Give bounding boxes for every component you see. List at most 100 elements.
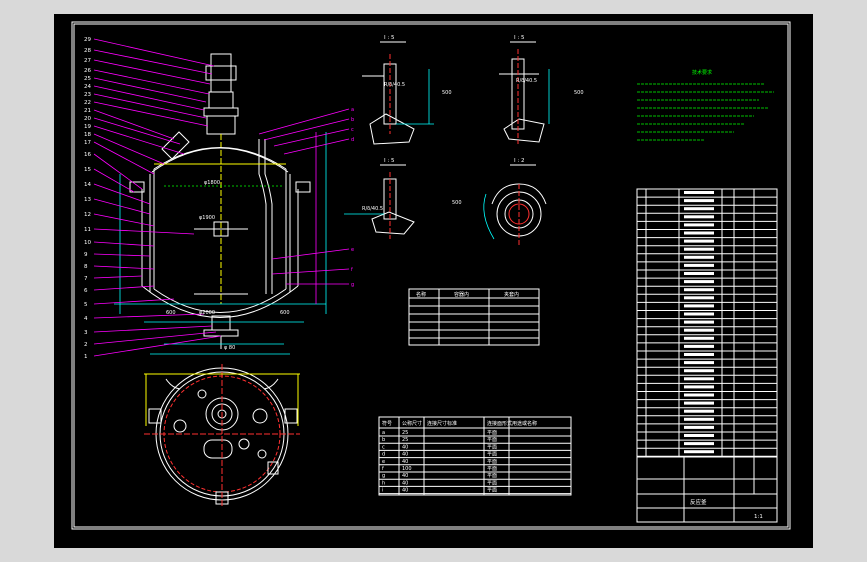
nozzle-leader-letter: g bbox=[351, 282, 354, 288]
drawing-sheet: 29 28 27 26 25 24 23 22 21 20 19 18 17 16 15 14 13 12 11 10… bbox=[54, 14, 813, 548]
nozzle-table-cell: 40 bbox=[402, 459, 408, 465]
drawing-frame bbox=[71, 21, 791, 530]
parts-list-entry bbox=[684, 425, 714, 429]
parts-list-entry bbox=[684, 442, 714, 446]
dimension-label: 500 bbox=[574, 90, 584, 96]
nozzle-table-cell: 平面 bbox=[487, 466, 497, 472]
parts-list-entry bbox=[684, 239, 714, 243]
parts-list-entry bbox=[684, 409, 714, 413]
title-block: 反应釜 1:1 bbox=[636, 456, 778, 523]
parts-list-entry bbox=[684, 361, 714, 365]
parts-list-entry bbox=[684, 377, 714, 381]
nozzle-table-cell: 平面 bbox=[487, 459, 497, 465]
nozzle-table-cell: h bbox=[382, 480, 385, 486]
leader-number: 18 bbox=[84, 132, 91, 138]
drawing-scale: 1:1 bbox=[754, 514, 763, 520]
parts-list-entry bbox=[684, 336, 714, 340]
nozzle-table-cell: 40 bbox=[402, 480, 408, 486]
dimension-label: R/δ/40.5 bbox=[362, 206, 383, 212]
leader-number: 9 bbox=[84, 252, 88, 258]
nozzle-table-cell: 平面 bbox=[487, 444, 497, 450]
nozzle-table-cell: b bbox=[382, 437, 385, 443]
nozzle-table-cell: i bbox=[382, 488, 383, 494]
leader-number: 29 bbox=[84, 37, 91, 43]
design-data-table: 名称 容器内 夹套内 bbox=[408, 288, 540, 346]
nozzle-leader-letter: e bbox=[351, 247, 354, 253]
nozzle-leader-letter: f bbox=[351, 267, 353, 273]
nozzle-table-cell: 平面 bbox=[487, 473, 497, 479]
parts-list bbox=[636, 188, 778, 458]
leader-number: 24 bbox=[84, 84, 91, 90]
leader-number: 26 bbox=[84, 68, 91, 74]
nozzle-table-cell: g bbox=[382, 473, 385, 479]
parts-list-entry bbox=[684, 434, 714, 437]
parts-list-entry bbox=[684, 231, 714, 235]
leader-number: 3 bbox=[84, 330, 88, 336]
parts-list-entry bbox=[684, 272, 714, 275]
nozzle-table-cell: 平面 bbox=[487, 452, 497, 458]
parts-list-entry bbox=[684, 393, 714, 397]
dimension-label: φ2000 bbox=[199, 310, 215, 316]
nozzle-table-cell: 平面 bbox=[487, 437, 497, 443]
parts-list-entry bbox=[684, 263, 714, 267]
parts-list-entry bbox=[684, 296, 714, 300]
leader-number: 11 bbox=[84, 227, 91, 233]
parts-list-entry bbox=[684, 417, 714, 421]
parts-list-entry bbox=[684, 199, 714, 203]
nozzle-leader-letter: c bbox=[351, 127, 354, 133]
leader-number: 12 bbox=[84, 212, 91, 218]
leader-number: 4 bbox=[84, 316, 88, 322]
svg-text:名称: 名称 bbox=[416, 291, 426, 298]
nozzle-table-cell: e bbox=[382, 459, 385, 465]
parts-list-entry bbox=[684, 191, 714, 194]
nozzle-table-header: 连接尺寸标准 bbox=[427, 420, 457, 427]
leader-number: 7 bbox=[84, 276, 88, 282]
section-scale-label: I : 2 bbox=[514, 158, 524, 164]
nozzle-leader-letter: a bbox=[351, 107, 354, 113]
parts-list-entry bbox=[684, 280, 714, 284]
vessel-elevation bbox=[114, 53, 327, 355]
parts-list-entry bbox=[684, 207, 714, 211]
drawing-title: 反应釜 bbox=[690, 498, 707, 506]
leader-number-labels: 2928272625242322212019181716151413121110… bbox=[84, 37, 354, 360]
leader-number: 8 bbox=[84, 264, 88, 270]
section-detail-4 bbox=[483, 183, 547, 246]
parts-list-entry bbox=[684, 369, 714, 373]
parts-list-entry bbox=[684, 215, 714, 219]
leader-number: 1 bbox=[84, 354, 88, 360]
leader-number: 20 bbox=[84, 116, 91, 122]
nozzle-table-cell: 平面 bbox=[487, 488, 497, 494]
nozzle-table-cell: 40 bbox=[402, 473, 408, 479]
leader-number: 5 bbox=[84, 302, 88, 308]
section-scale-label: I : 5 bbox=[514, 35, 525, 41]
nozzle-table-cell: d bbox=[382, 452, 385, 458]
leader-number: 27 bbox=[84, 58, 91, 64]
vessel-plan-view bbox=[144, 364, 300, 506]
svg-text:夹套内: 夹套内 bbox=[504, 291, 519, 298]
nozzle-table-cell: 平面 bbox=[487, 430, 497, 436]
dimension-label: φ1900 bbox=[199, 215, 215, 221]
nozzle-table-header: 用途或名称 bbox=[512, 420, 537, 427]
dimension-label: 500 bbox=[452, 200, 462, 206]
nozzle-table-cell: 平面 bbox=[487, 480, 497, 486]
dimension-label: R/δ/40.5 bbox=[516, 78, 537, 84]
parts-list-entry bbox=[684, 401, 714, 405]
nozzle-table-cell: 25 bbox=[402, 430, 408, 436]
nozzle-table-cell: 100 bbox=[402, 466, 412, 472]
nozzle-leader-letter: b bbox=[351, 117, 354, 123]
nozzle-table-cell: a bbox=[382, 430, 385, 436]
parts-list-entry bbox=[684, 344, 714, 348]
parts-list-entry bbox=[684, 450, 714, 454]
section-scale-label: I : 5 bbox=[384, 158, 395, 164]
leader-number: 14 bbox=[84, 182, 91, 188]
section-scale-label: I : 5 bbox=[384, 35, 395, 41]
leader-number: 10 bbox=[84, 240, 91, 246]
parts-list-entry bbox=[684, 255, 714, 259]
parts-list-entry bbox=[684, 223, 714, 227]
parts-list-entry bbox=[684, 353, 714, 356]
left-leaders bbox=[93, 38, 350, 357]
leader-number: 25 bbox=[84, 76, 91, 82]
leader-number: 2 bbox=[84, 342, 88, 348]
svg-text:容器内: 容器内 bbox=[454, 291, 469, 298]
leader-number: 13 bbox=[84, 197, 91, 203]
